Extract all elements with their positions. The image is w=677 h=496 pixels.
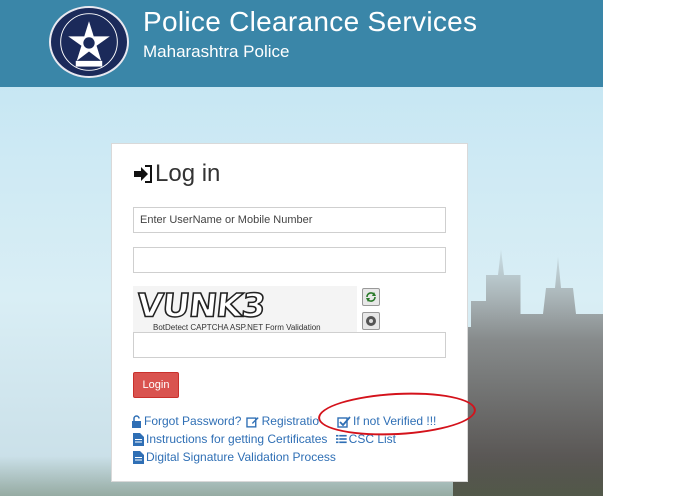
forgot-password-label: Forgot Password? bbox=[144, 414, 242, 428]
password-input[interactable] bbox=[133, 247, 446, 273]
captcha-text: VUNK3 bbox=[134, 286, 267, 326]
login-heading-text: Log in bbox=[155, 160, 221, 187]
police-star-icon bbox=[60, 13, 118, 71]
edit-icon bbox=[246, 416, 259, 428]
registration-label: Registratio bbox=[261, 414, 319, 428]
captcha-caption: BotDetect CAPTCHA ASP.NET Form Validatio… bbox=[153, 323, 321, 332]
login-button[interactable]: Login bbox=[133, 372, 179, 398]
document-icon bbox=[133, 450, 144, 464]
document-icon bbox=[133, 432, 144, 446]
page-subtitle: Maharashtra Police bbox=[143, 42, 290, 61]
digital-signature-label: Digital Signature Validation Process bbox=[146, 450, 336, 464]
reload-icon bbox=[366, 292, 376, 302]
police-emblem-logo bbox=[49, 6, 129, 78]
captcha-image: VUNK3 BotDetect CAPTCHA ASP.NET Form Val… bbox=[133, 286, 357, 332]
digital-signature-link[interactable]: Digital Signature Validation Process bbox=[133, 450, 336, 464]
instructions-link[interactable]: Instructions for getting Certificates bbox=[133, 432, 327, 446]
speaker-icon bbox=[366, 316, 376, 326]
username-input[interactable] bbox=[133, 207, 446, 233]
captcha-reload-button[interactable] bbox=[362, 288, 380, 306]
page-title: Police Clearance Services bbox=[143, 6, 478, 37]
captcha-input[interactable] bbox=[133, 332, 446, 358]
site-header: Police Clearance Services Maharashtra Po… bbox=[0, 0, 603, 87]
sign-in-icon bbox=[134, 165, 152, 183]
page-background: Police Clearance Services Maharashtra Po… bbox=[0, 0, 603, 496]
registration-link[interactable]: Registratio bbox=[246, 414, 319, 428]
captcha-audio-button[interactable] bbox=[362, 312, 380, 330]
login-heading: Log in bbox=[133, 160, 220, 188]
instructions-label: Instructions for getting Certificates bbox=[146, 432, 328, 446]
unlock-icon bbox=[132, 414, 141, 428]
forgot-password-link[interactable]: Forgot Password? bbox=[131, 414, 241, 428]
list-icon bbox=[336, 434, 347, 444]
